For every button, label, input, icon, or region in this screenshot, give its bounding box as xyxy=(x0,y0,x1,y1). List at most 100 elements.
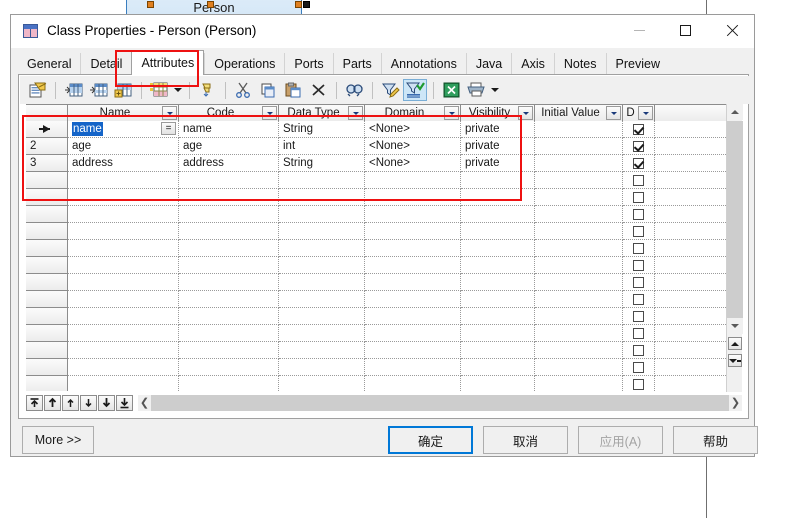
cell-dtype-empty[interactable] xyxy=(279,206,365,223)
help-button[interactable]: 帮助 xyxy=(673,426,758,454)
row-header[interactable]: 2 xyxy=(26,138,68,155)
cell-vis-empty[interactable] xyxy=(461,308,535,325)
paste-icon[interactable] xyxy=(281,79,305,101)
cell-initial-empty[interactable] xyxy=(535,223,623,240)
checkbox-checked-icon[interactable] xyxy=(633,157,644,169)
cell-code-empty[interactable] xyxy=(179,206,279,223)
cell-name-empty[interactable] xyxy=(68,308,179,325)
cell-code-empty[interactable] xyxy=(179,240,279,257)
cell-initial-empty[interactable] xyxy=(535,257,623,274)
cell-code-empty[interactable] xyxy=(179,223,279,240)
cell-domain-empty[interactable] xyxy=(365,206,461,223)
cell-domain[interactable]: <None> xyxy=(365,138,461,155)
cell-name-empty[interactable] xyxy=(68,206,179,223)
cell-dtype-empty[interactable] xyxy=(279,342,365,359)
page-up-button[interactable] xyxy=(728,337,742,350)
column-header-rownum[interactable] xyxy=(26,105,68,121)
cell-vis-empty[interactable] xyxy=(461,206,535,223)
print-dropdown-caret[interactable] xyxy=(489,79,501,101)
scroll-left-icon[interactable]: ❮ xyxy=(138,395,151,411)
table-row-empty[interactable] xyxy=(26,308,742,325)
cell-name-empty[interactable] xyxy=(68,223,179,240)
tab-notes[interactable]: Notes xyxy=(553,53,606,74)
row-header[interactable] xyxy=(26,376,68,391)
checkbox-unchecked-icon[interactable] xyxy=(633,293,644,305)
cell-dtype-empty[interactable] xyxy=(279,223,365,240)
checkbox-unchecked-icon[interactable] xyxy=(633,276,644,288)
cell-d-checkbox[interactable] xyxy=(623,121,655,138)
cell-d-checkbox[interactable] xyxy=(623,155,655,172)
cell-domain-empty[interactable] xyxy=(365,291,461,308)
cell-initial-value[interactable] xyxy=(535,138,623,155)
ok-button[interactable]: 确定 xyxy=(388,426,473,454)
cell-d-checkbox[interactable] xyxy=(623,172,655,189)
expression-button[interactable]: = xyxy=(161,122,176,135)
row-header[interactable] xyxy=(26,342,68,359)
cell-vis-empty[interactable] xyxy=(461,359,535,376)
cell-vis-empty[interactable] xyxy=(461,342,535,359)
column-header-d[interactable]: D xyxy=(623,105,655,121)
cell-initial-empty[interactable] xyxy=(535,376,623,391)
table-row-empty[interactable] xyxy=(26,342,742,359)
column-header-visibility[interactable]: Visibility xyxy=(461,105,535,121)
cell-d-checkbox[interactable] xyxy=(623,291,655,308)
cell-code-empty[interactable] xyxy=(179,291,279,308)
cell-code-empty[interactable] xyxy=(179,359,279,376)
cell-code-empty[interactable] xyxy=(179,274,279,291)
table-row-empty[interactable] xyxy=(26,206,742,223)
row-header[interactable]: 3 xyxy=(26,155,68,172)
checkbox-unchecked-icon[interactable] xyxy=(633,361,644,373)
table-row[interactable]: 2 age age int <None> private xyxy=(26,138,742,155)
cell-name-empty[interactable] xyxy=(68,376,179,391)
cell-d-checkbox[interactable] xyxy=(623,376,655,391)
cell-name-empty[interactable] xyxy=(68,274,179,291)
cell-vis-empty[interactable] xyxy=(461,240,535,257)
cell-vis-empty[interactable] xyxy=(461,257,535,274)
table-row-empty[interactable] xyxy=(26,325,742,342)
cell-dtype-empty[interactable] xyxy=(279,240,365,257)
table-row-empty[interactable] xyxy=(26,376,742,391)
cell-dtype-empty[interactable] xyxy=(279,376,365,391)
cell-d-checkbox[interactable] xyxy=(623,342,655,359)
cell-name[interactable]: address xyxy=(68,155,179,172)
checkbox-unchecked-icon[interactable] xyxy=(633,378,644,390)
scroll-up-button[interactable] xyxy=(727,104,743,120)
cell-d-checkbox[interactable] xyxy=(623,240,655,257)
row-header[interactable] xyxy=(26,223,68,240)
cell-domain-empty[interactable] xyxy=(365,308,461,325)
cell-code-empty[interactable] xyxy=(179,376,279,391)
cell-d-checkbox[interactable] xyxy=(623,274,655,291)
cell-vis-empty[interactable] xyxy=(461,172,535,189)
row-header[interactable] xyxy=(26,274,68,291)
cell-code-empty[interactable] xyxy=(179,189,279,206)
cell-vis-empty[interactable] xyxy=(461,189,535,206)
cell-code[interactable]: address xyxy=(179,155,279,172)
apply-button[interactable]: 应用(A) xyxy=(578,426,663,454)
cell-initial-empty[interactable] xyxy=(535,189,623,206)
cell-d-checkbox[interactable] xyxy=(623,257,655,274)
table-row-empty[interactable] xyxy=(26,291,742,308)
selection-handle-corner[interactable] xyxy=(303,1,310,8)
close-button[interactable] xyxy=(708,15,754,46)
cell-domain-empty[interactable] xyxy=(365,376,461,391)
tab-preview[interactable]: Preview xyxy=(605,53,669,74)
cell-dtype-empty[interactable] xyxy=(279,308,365,325)
cell-domain-empty[interactable] xyxy=(365,223,461,240)
checkbox-unchecked-icon[interactable] xyxy=(633,344,644,356)
replace-icon[interactable] xyxy=(195,79,219,101)
cell-initial-empty[interactable] xyxy=(535,325,623,342)
go-next-button[interactable] xyxy=(80,394,97,411)
selection-handle-top-left-mid[interactable] xyxy=(147,1,154,8)
selection-handle-top-mid[interactable] xyxy=(207,1,214,8)
cell-name-empty[interactable] xyxy=(68,257,179,274)
cell-initial-empty[interactable] xyxy=(535,274,623,291)
cell-d-checkbox[interactable] xyxy=(623,325,655,342)
column-header-data-type[interactable]: Data Type xyxy=(279,105,365,121)
grid-body[interactable]: name = name String <None> private 2 age … xyxy=(26,121,742,391)
minimize-button[interactable] xyxy=(616,15,662,46)
cell-dtype-empty[interactable] xyxy=(279,274,365,291)
checkbox-unchecked-icon[interactable] xyxy=(633,174,644,186)
table-row-empty[interactable] xyxy=(26,274,742,291)
tab-parts[interactable]: Parts xyxy=(332,53,381,74)
cell-dtype-empty[interactable] xyxy=(279,189,365,206)
